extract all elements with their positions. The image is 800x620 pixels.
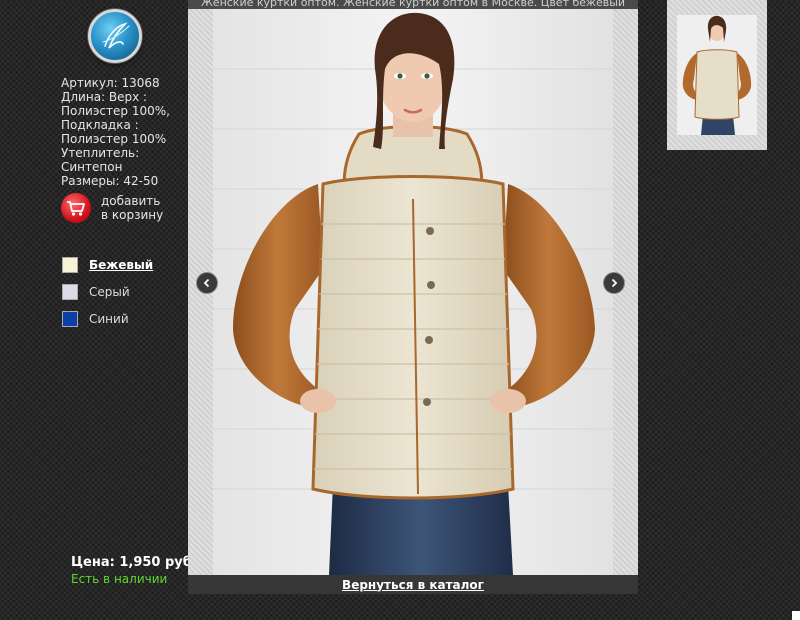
add-to-cart-label[interactable]: добавить в корзину [101,194,163,222]
color-swatch[interactable] [62,283,78,300]
color-options: Бежевый Серый Синий [62,251,153,332]
product-gallery: Женские куртки оптом. Женские куртки опт… [188,0,638,594]
site-logo[interactable] [88,9,142,63]
detail-line: Утеплитель: [61,146,140,160]
add-to-cart-button[interactable]: добавить в корзину [61,193,163,223]
detail-line: Полиэстер 100%, [61,104,170,118]
color-swatch[interactable] [62,310,78,327]
image-caption: Женские куртки оптом. Женские куртки опт… [188,0,638,9]
add-to-cart-line2: в корзину [101,208,164,222]
color-option-gray[interactable]: Серый [62,278,153,305]
product-thumbnail[interactable] [677,15,757,135]
detail-line: Подкладка : [61,118,139,132]
product-photo[interactable] [213,9,613,575]
stock-status: Есть в наличии [71,572,168,586]
detail-line: Размеры: 42-50 [61,174,159,188]
gallery-footer: Вернуться в каталог [188,575,638,594]
corner-divider [792,611,800,620]
detail-line: Артикул: 13068 [61,76,160,90]
color-option-blue[interactable]: Синий [62,305,153,332]
color-label[interactable]: Серый [89,285,130,299]
color-swatch[interactable] [62,256,78,273]
detail-line: Полиэстер 100% [61,132,167,146]
color-option-beige[interactable]: Бежевый [62,251,153,278]
detail-line: Синтепон [61,160,123,174]
color-label[interactable]: Синий [89,312,129,326]
price-box: Цена: 1,950 руб. Есть в наличии [71,555,197,586]
product-details: Артикул: 13068 Длина: Верх : Полиэстер 1… [61,76,189,188]
back-to-catalog-link[interactable]: Вернуться в каталог [342,578,484,592]
prev-image-button[interactable] [196,272,218,294]
chevron-left-icon [203,278,210,288]
color-label[interactable]: Бежевый [89,258,153,272]
detail-line: Длина: Верх : [61,90,148,104]
chevron-right-icon [611,278,618,288]
thumbnail-frame[interactable] [667,0,767,150]
cart-icon[interactable] [61,193,91,223]
price: Цена: 1,950 руб. [71,555,197,570]
add-to-cart-line1: добавить [101,194,161,208]
next-image-button[interactable] [603,272,625,294]
